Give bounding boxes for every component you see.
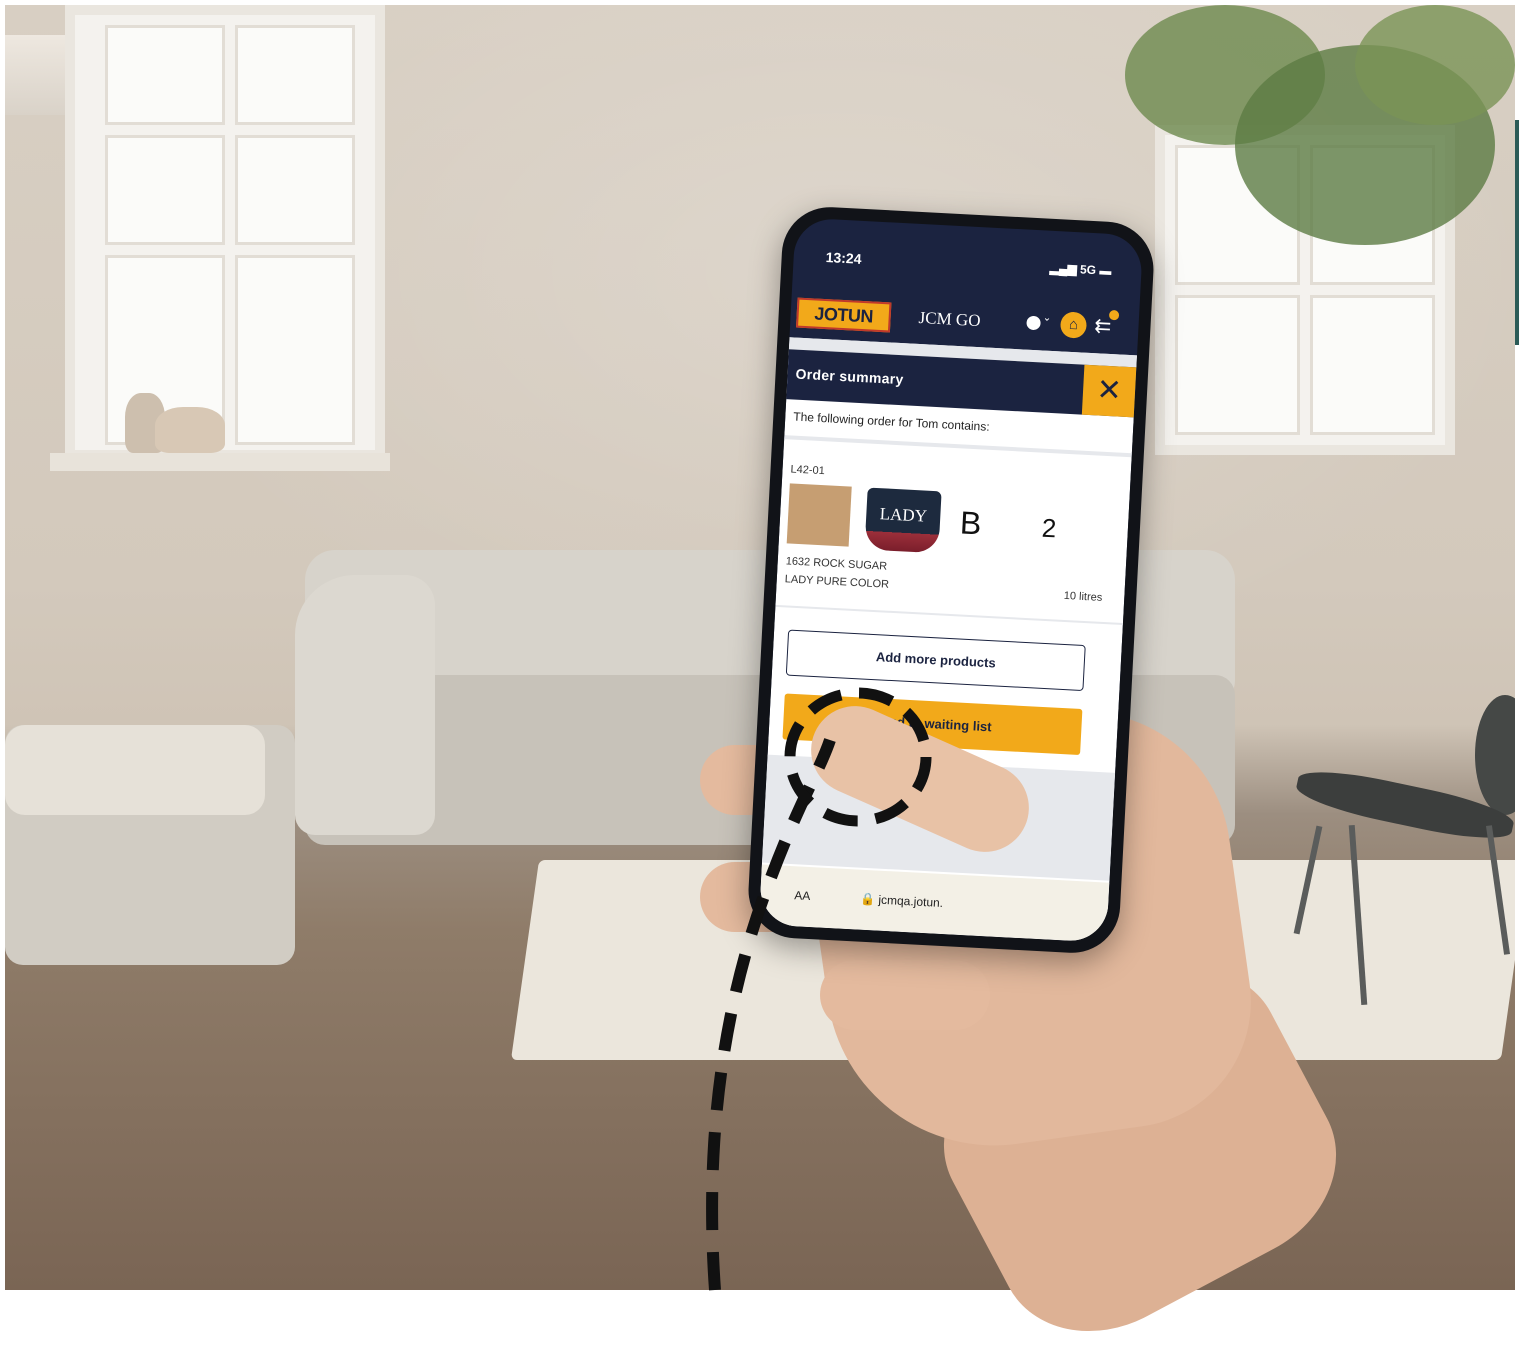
notification-badge	[1108, 309, 1120, 321]
divider	[775, 604, 1123, 626]
chevron-down-icon[interactable]: ⌄	[1043, 312, 1052, 323]
base-letter: B	[959, 504, 983, 542]
item-volume: 10 litres	[1063, 589, 1103, 604]
bucket-label: LADY	[879, 504, 928, 526]
paint-bucket-image: LADY	[864, 487, 942, 554]
smartphone: 13:24 ▂▄▆ 5G ▬ JOTUN JCM GO ⌄ ⌂ ⇇ Order …	[746, 204, 1156, 956]
finger	[820, 960, 990, 1030]
close-button[interactable]: ✕	[1081, 364, 1137, 418]
url-field[interactable]: 🔒 jcmqa.jotun.	[860, 892, 944, 910]
decor-bowl	[155, 407, 225, 453]
order-summary-title: Order summary	[795, 365, 905, 388]
divider	[784, 435, 1132, 458]
home-icon[interactable]: ⌂	[1059, 311, 1088, 339]
status-time: 13:24	[825, 249, 862, 267]
window-sill	[50, 453, 390, 471]
product-name: LADY PURE COLOR	[784, 573, 890, 591]
color-swatch	[786, 483, 852, 547]
page-content: Order summary ✕ The following order for …	[758, 337, 1138, 943]
sofa-arm	[295, 575, 435, 835]
left-window	[65, 5, 385, 460]
signal-indicator: ▂▄▆ 5G ▬	[1049, 260, 1112, 278]
teal-accent-bar	[1515, 120, 1519, 345]
color-name: 1632 ROCK SUGAR	[785, 555, 888, 573]
order-intro-text: The following order for Tom contains:	[792, 409, 990, 434]
add-more-products-button[interactable]: Add more products	[785, 629, 1086, 692]
tree-foliage	[1355, 5, 1515, 125]
color-code: L42-01	[790, 463, 826, 478]
app-title: JCM GO	[918, 307, 981, 331]
text-size-button[interactable]: AA	[794, 888, 811, 903]
jotun-logo[interactable]: JOTUN	[796, 297, 892, 333]
item-quantity[interactable]: 2	[1041, 513, 1057, 545]
blanket	[5, 725, 265, 815]
close-icon: ✕	[1095, 373, 1123, 408]
user-icon[interactable]	[1026, 315, 1041, 331]
